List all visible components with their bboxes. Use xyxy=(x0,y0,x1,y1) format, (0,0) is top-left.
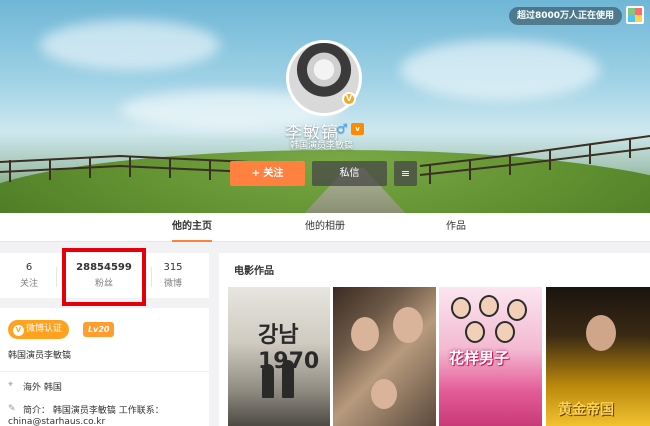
tab-album[interactable]: 他的相册 xyxy=(305,213,345,242)
actor-face xyxy=(371,379,397,409)
stat-following[interactable]: 6 关注 xyxy=(14,262,44,289)
movie-poster[interactable]: 花样男子 xyxy=(439,287,542,426)
tab-home[interactable]: 他的主页 xyxy=(172,213,212,242)
skin-palette-icon[interactable] xyxy=(626,6,644,24)
actor-face xyxy=(479,295,499,317)
weibo-verify-button[interactable]: V 微博认证 xyxy=(8,320,70,339)
verify-description: 韩国演员李敏镐 xyxy=(8,351,72,361)
poster-title: 花样男子 xyxy=(449,349,510,367)
actor-face xyxy=(507,299,527,321)
verify-v-icon: V xyxy=(13,325,24,336)
verified-icon: V xyxy=(342,92,356,106)
profile-tabs: 他的主页 他的相册 作品 xyxy=(0,213,650,242)
more-menu-button[interactable]: ≡ xyxy=(394,161,417,186)
movie-poster[interactable] xyxy=(333,287,436,426)
male-icon: ♂ xyxy=(336,122,348,137)
vip-icon[interactable]: v xyxy=(351,123,364,135)
movies-panel: 电影作品 강남 1970 花样男子 黄金帝国 xyxy=(219,253,650,426)
divider xyxy=(0,371,209,372)
location-text: 海外 韩国 xyxy=(23,383,62,393)
actor-face xyxy=(393,307,423,343)
actor-face xyxy=(351,317,379,351)
profile-bio: 韩国演员李敏镐 xyxy=(290,141,354,151)
actor-face xyxy=(465,321,485,343)
location-icon: ⌖ xyxy=(8,380,14,390)
divider xyxy=(151,267,152,287)
poster-title: 黄金帝国 xyxy=(558,402,614,418)
movies-section-title: 电影作品 xyxy=(234,266,274,277)
divider xyxy=(56,267,57,287)
figure-silhouette xyxy=(262,364,274,398)
profile-info-panel: V 微博认证 Lv20 韩国演员李敏镐 ⌖ 海外 韩国 ✎ 简介： 韩国演员李敏镐… xyxy=(0,308,209,426)
intro-text: 简介： 韩国演员李敏镐 工作联系： xyxy=(23,406,164,416)
following-label: 关注 xyxy=(19,279,38,289)
cloud xyxy=(40,20,220,70)
cloud xyxy=(400,40,600,100)
posts-label: 微博 xyxy=(163,279,182,289)
following-count: 6 xyxy=(25,262,33,273)
intro-icon: ✎ xyxy=(8,404,16,414)
tab-works[interactable]: 作品 xyxy=(446,213,466,242)
highlight-box xyxy=(62,248,146,306)
actor-face xyxy=(586,315,616,351)
message-button[interactable]: 私信 xyxy=(312,161,387,186)
level-badge[interactable]: Lv20 xyxy=(83,322,115,337)
intro-contact: china@starhaus.co.kr xyxy=(8,417,106,426)
movie-poster[interactable]: 黄金帝国 xyxy=(546,287,650,426)
figure-silhouette xyxy=(282,360,294,398)
verify-label: 微博认证 xyxy=(26,324,63,334)
movie-poster[interactable]: 강남 1970 xyxy=(228,287,330,426)
posts-count: 315 xyxy=(163,262,183,273)
stat-posts[interactable]: 315 微博 xyxy=(158,262,188,289)
user-count-badge: 超过8000万人正在使用 xyxy=(508,7,622,25)
follow-button[interactable]: + 关注 xyxy=(230,161,305,186)
actor-face xyxy=(451,297,471,319)
actor-face xyxy=(495,321,515,343)
